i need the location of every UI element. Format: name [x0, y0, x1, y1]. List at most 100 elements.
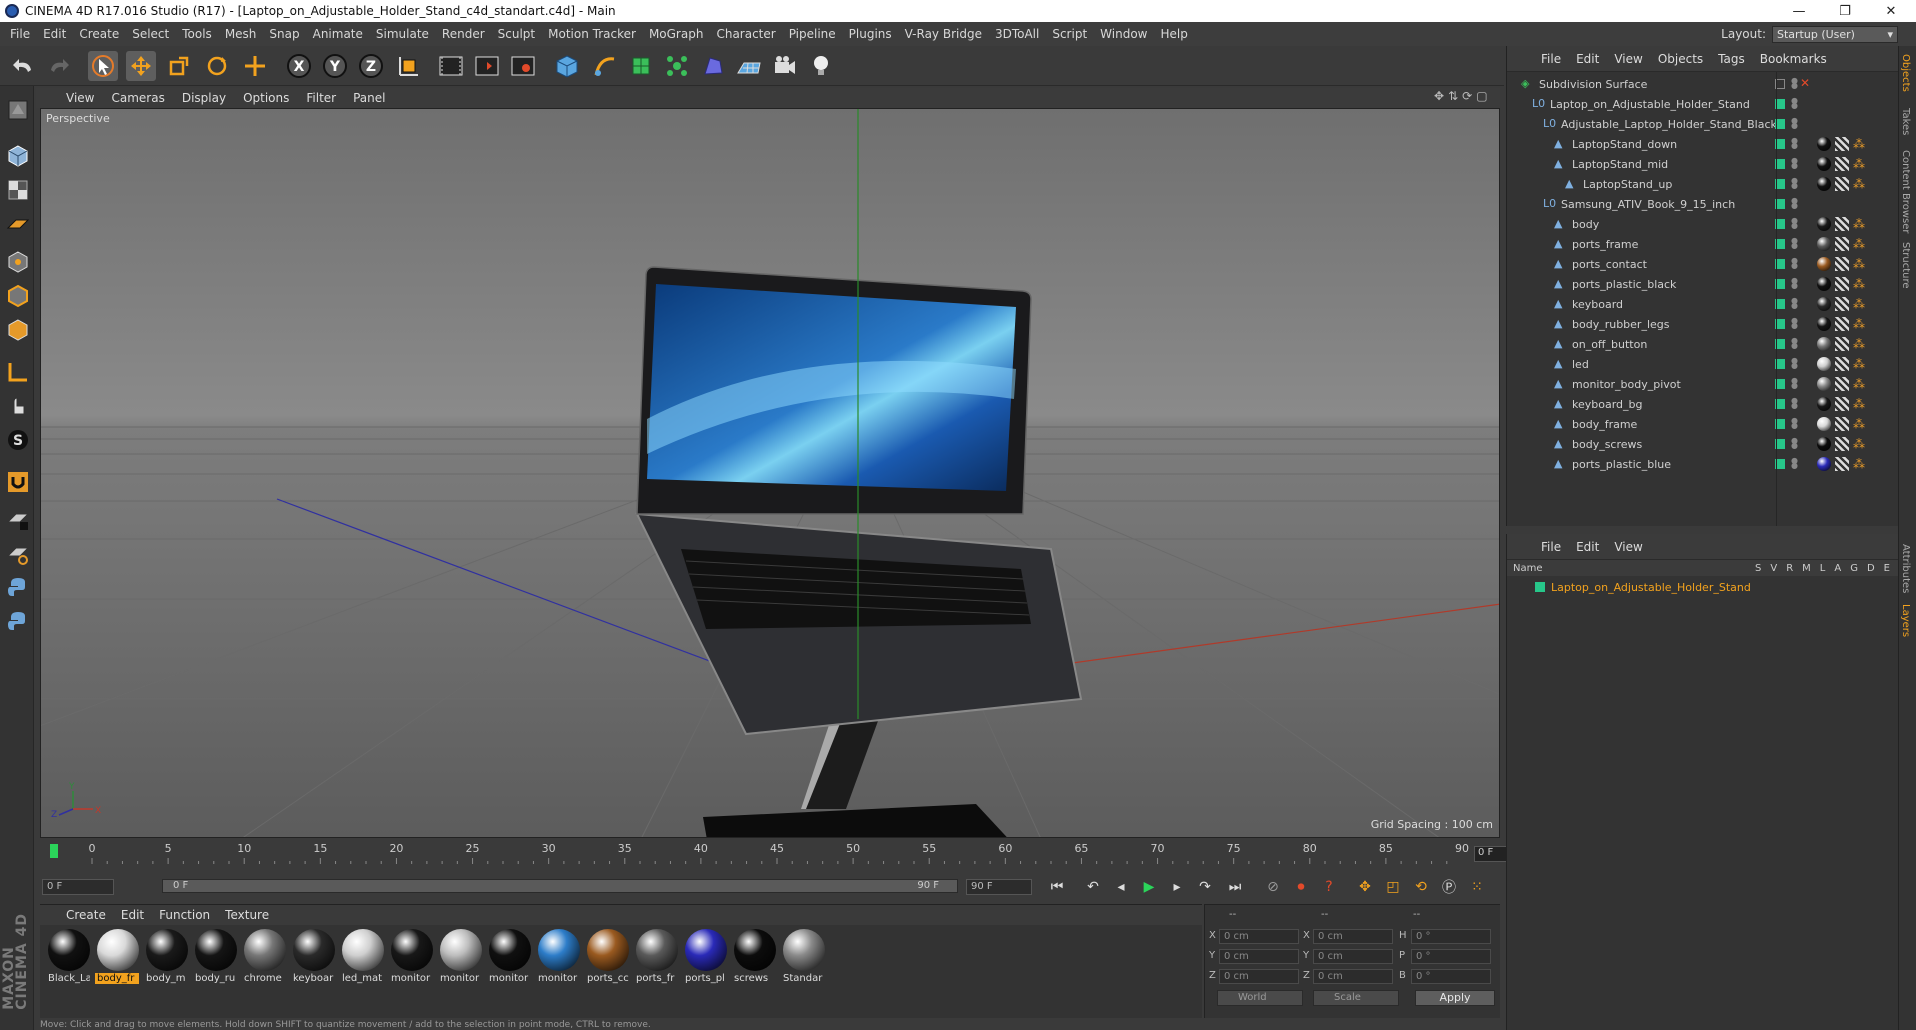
z-axis-lock-icon[interactable]: Z — [356, 51, 386, 81]
visibility-dots[interactable]: ● ● — [1791, 457, 1798, 470]
phong-tag-icon[interactable]: ⁂ — [1853, 178, 1865, 190]
menu-snap[interactable]: Snap — [269, 27, 299, 41]
menu-motion-tracker[interactable]: Motion Tracker — [548, 27, 636, 41]
object-row[interactable]: ▲ body_frame ● ● ⁂ — [1507, 414, 1899, 434]
live-selection-icon[interactable] — [88, 51, 118, 81]
visibility-dots[interactable]: ● ● — [1791, 217, 1798, 230]
texture-tag-icon[interactable] — [1835, 437, 1849, 451]
menu-script[interactable]: Script — [1052, 27, 1087, 41]
material-swatch[interactable]: monitor — [487, 929, 533, 993]
timeline-ruler[interactable]: 0 5 10 15 20 25 30 35 40 45 50 55 60 65 70 75 80 85 90 0 F — [40, 842, 1534, 864]
material-tag-icon[interactable] — [1817, 457, 1831, 471]
position-field[interactable]: 0 cm — [1219, 929, 1299, 944]
material-swatch[interactable]: body_m — [144, 929, 190, 993]
cube-primitive-icon[interactable] — [552, 51, 582, 81]
layer-col-m[interactable]: M — [1802, 563, 1811, 574]
menu-help[interactable]: Help — [1160, 27, 1187, 41]
object-row[interactable]: ▲ ports_frame ● ● ⁂ — [1507, 234, 1899, 254]
tweak-mode-icon[interactable] — [4, 392, 32, 420]
go-to-end-icon[interactable]: ⏭ — [1224, 876, 1246, 898]
key-position-icon[interactable]: ✥ — [1354, 876, 1376, 898]
material-tag-icon[interactable] — [1817, 417, 1831, 431]
menu-select[interactable]: Select — [132, 27, 169, 41]
material-tag-icon[interactable] — [1817, 217, 1831, 231]
orbit-icon[interactable]: ⟳ — [1462, 89, 1472, 103]
render-view-icon[interactable] — [436, 51, 466, 81]
material-swatch[interactable]: body_fr — [95, 929, 141, 993]
layer-menu-view[interactable]: View — [1614, 540, 1642, 554]
key-scale-icon[interactable]: ◰ — [1382, 876, 1404, 898]
texture-tag-icon[interactable] — [1835, 357, 1849, 371]
texture-tag-icon[interactable] — [1835, 317, 1849, 331]
visibility-dots[interactable]: ● ● — [1791, 317, 1798, 330]
phong-tag-icon[interactable]: ⁂ — [1853, 338, 1865, 350]
visibility-dots[interactable]: ● ● — [1791, 437, 1798, 450]
object-row[interactable]: ▲ ports_plastic_black ● ● ⁂ — [1507, 274, 1899, 294]
rotation-field[interactable]: 0 ° — [1411, 949, 1491, 964]
material-tag-icon[interactable] — [1817, 377, 1831, 391]
material-swatch[interactable]: monitor — [389, 929, 435, 993]
phong-tag-icon[interactable]: ⁂ — [1853, 218, 1865, 230]
object-row[interactable]: ▲ on_off_button ● ● ⁂ — [1507, 334, 1899, 354]
undo-icon[interactable] — [8, 51, 38, 81]
layout-dropdown[interactable]: Startup (User) ▾ — [1772, 25, 1898, 43]
material-swatch[interactable]: chrome — [242, 929, 288, 993]
render-settings-icon[interactable] — [508, 51, 538, 81]
object-menu-tags[interactable]: Tags — [1718, 52, 1745, 66]
light-icon[interactable] — [806, 51, 836, 81]
layer-col-g[interactable]: G — [1850, 563, 1858, 574]
points-mode-icon[interactable] — [4, 248, 32, 276]
material-swatch[interactable]: ports_cc — [585, 929, 631, 993]
object-row[interactable]: ▲ ports_contact ● ● ⁂ — [1507, 254, 1899, 274]
layer-col-s[interactable]: S — [1755, 563, 1761, 574]
material-tag-icon[interactable] — [1817, 137, 1831, 151]
start-frame-field[interactable]: 0 F — [42, 879, 114, 895]
material-swatch[interactable]: Black_La — [46, 929, 92, 993]
visibility-dots[interactable]: ● ● — [1791, 157, 1798, 170]
play-icon[interactable]: ▶ — [1138, 876, 1160, 898]
texture-tag-icon[interactable] — [1835, 297, 1849, 311]
coordinate-system-icon[interactable] — [394, 51, 424, 81]
material-tag-icon[interactable] — [1817, 317, 1831, 331]
render-to-picture-viewer-icon[interactable] — [472, 51, 502, 81]
record-disabled-icon[interactable]: ⊘ — [1262, 876, 1284, 898]
viewport-menu-display[interactable]: Display — [182, 91, 226, 105]
snapping-icon[interactable]: S — [4, 426, 32, 454]
visibility-dots[interactable]: ● ● — [1791, 117, 1798, 130]
material-tag-icon[interactable] — [1817, 157, 1831, 171]
visibility-dots[interactable]: ● ● — [1791, 237, 1798, 250]
material-swatch[interactable]: Standar — [781, 929, 827, 993]
object-manager-column-divider[interactable] — [1776, 72, 1777, 526]
object-row[interactable]: ▲ LaptopStand_mid ● ● ⁂ — [1507, 154, 1899, 174]
layer-menu-edit[interactable]: Edit — [1576, 540, 1599, 554]
menu-render[interactable]: Render — [442, 27, 485, 41]
x-axis-lock-icon[interactable]: X — [284, 51, 314, 81]
texture-tag-icon[interactable] — [1835, 417, 1849, 431]
material-swatch[interactable]: ports_fr — [634, 929, 680, 993]
texture-tag-icon[interactable] — [1835, 457, 1849, 471]
disabled-x-icon[interactable]: ✕ — [1800, 76, 1810, 90]
texture-tag-icon[interactable] — [1835, 377, 1849, 391]
object-row[interactable]: ▲ LaptopStand_down ● ● ⁂ — [1507, 134, 1899, 154]
object-menu-objects[interactable]: Objects — [1658, 52, 1703, 66]
menu-animate[interactable]: Animate — [313, 27, 363, 41]
viewport-menu-panel[interactable]: Panel — [353, 91, 385, 105]
material-tag-icon[interactable] — [1817, 257, 1831, 271]
material-swatch[interactable]: ports_pl — [683, 929, 729, 993]
visibility-dots[interactable]: ● ● — [1791, 257, 1798, 270]
layer-menu-file[interactable]: File — [1541, 540, 1561, 554]
go-to-start-icon[interactable]: ⏮ — [1046, 876, 1068, 898]
camera-icon[interactable] — [770, 51, 800, 81]
key-parameter-icon[interactable]: Ⓟ — [1438, 876, 1460, 898]
material-menu-texture[interactable]: Texture — [225, 908, 269, 922]
y-axis-lock-icon[interactable]: Y — [320, 51, 350, 81]
layer-col-e[interactable]: E — [1884, 563, 1890, 574]
phong-tag-icon[interactable]: ⁂ — [1853, 438, 1865, 450]
texture-tag-icon[interactable] — [1835, 217, 1849, 231]
python-script-icon[interactable] — [4, 574, 32, 602]
visibility-dots[interactable]: ● ● — [1791, 397, 1798, 410]
object-row[interactable]: L0 Adjustable_Laptop_Holder_Stand_Black ● … — [1507, 114, 1899, 134]
object-row[interactable]: L0 Samsung_ATIV_Book_9_15_inch ● ● — [1507, 194, 1899, 214]
pen-spline-icon[interactable] — [590, 51, 620, 81]
material-tag-icon[interactable] — [1817, 397, 1831, 411]
